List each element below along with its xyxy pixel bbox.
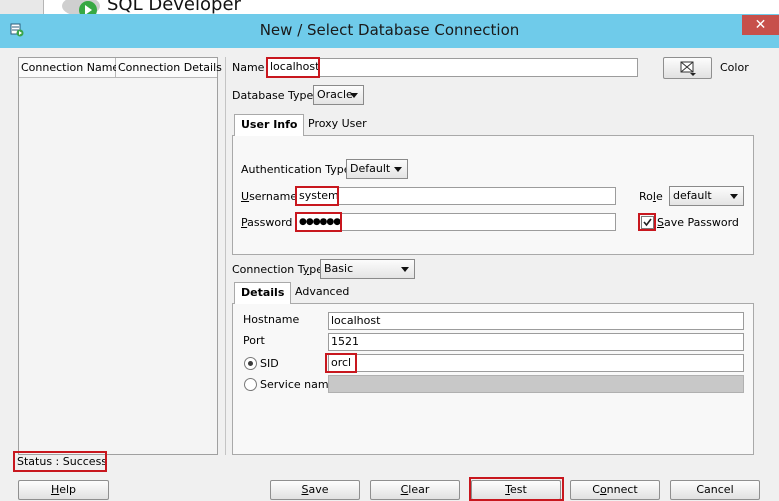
connections-list[interactable]: Connection Name Connection Details: [18, 57, 222, 455]
test-button[interactable]: Test: [471, 480, 561, 500]
role-select[interactable]: default: [669, 186, 744, 206]
tab-proxy-user[interactable]: Proxy User: [302, 114, 373, 136]
connect-button[interactable]: Connect: [570, 480, 660, 500]
cancel-button[interactable]: Cancel: [670, 480, 760, 500]
username-label: Username: [241, 190, 298, 203]
port-input[interactable]: 1521: [328, 333, 744, 351]
chevron-down-icon: [350, 93, 358, 98]
dialog-title: New / Select Database Connection: [259, 21, 520, 39]
background-app-title: SQL Developer: [107, 0, 241, 15]
column-header-connection-name[interactable]: Connection Name: [19, 58, 119, 78]
chevron-down-icon: [730, 194, 738, 199]
tab-user-info[interactable]: User Info: [234, 114, 305, 136]
status-text: Status : Success: [17, 455, 108, 468]
save-password-label: Save Password: [657, 216, 739, 229]
close-button[interactable]: ✕: [742, 15, 779, 35]
tab-details[interactable]: Details: [234, 282, 292, 304]
database-type-select[interactable]: Oracle: [313, 85, 364, 105]
hostname-label: Hostname: [243, 313, 300, 326]
save-password-checkbox[interactable]: [641, 216, 654, 229]
service-name-label: Service name: [260, 378, 336, 391]
database-type-value: Oracle: [317, 88, 353, 101]
name-label: Name: [232, 61, 265, 74]
authentication-type-label: Authentication Type: [241, 163, 351, 176]
checkmark-icon: [643, 218, 652, 227]
help-button[interactable]: Help: [18, 480, 109, 500]
sid-label: SID: [260, 357, 279, 370]
service-name-input: [328, 375, 744, 393]
sid-radio[interactable]: [244, 357, 257, 370]
chevron-down-icon: [401, 267, 409, 272]
clear-button[interactable]: Clear: [370, 480, 460, 500]
hostname-input[interactable]: localhost: [328, 312, 744, 330]
role-value: default: [673, 189, 712, 202]
chevron-down-icon: [394, 167, 402, 172]
authentication-type-select[interactable]: Default: [346, 159, 408, 179]
port-label: Port: [243, 334, 265, 347]
save-button[interactable]: Save: [270, 480, 360, 500]
connection-type-select[interactable]: Basic: [320, 259, 415, 279]
name-input[interactable]: localhost: [267, 58, 638, 77]
service-name-radio[interactable]: [244, 378, 257, 391]
role-label: Role: [639, 190, 663, 203]
color-label: Color: [720, 61, 749, 74]
color-button[interactable]: [663, 57, 712, 79]
background-app-sidebar: [0, 0, 44, 14]
password-label: Password: [241, 216, 293, 229]
username-input[interactable]: system: [296, 187, 616, 205]
connection-type-value: Basic: [324, 262, 354, 275]
column-header-connection-details[interactable]: Connection Details: [116, 58, 222, 78]
connection-type-label: Connection Type: [232, 263, 324, 276]
authentication-type-value: Default: [350, 162, 391, 175]
password-input[interactable]: ●●●●●●: [296, 213, 616, 231]
database-type-label: Database Type: [232, 89, 314, 102]
tab-advanced[interactable]: Advanced: [289, 282, 355, 304]
sid-input[interactable]: orcl: [328, 354, 744, 372]
color-picker-icon: [680, 61, 696, 76]
panel-divider: [225, 57, 226, 455]
